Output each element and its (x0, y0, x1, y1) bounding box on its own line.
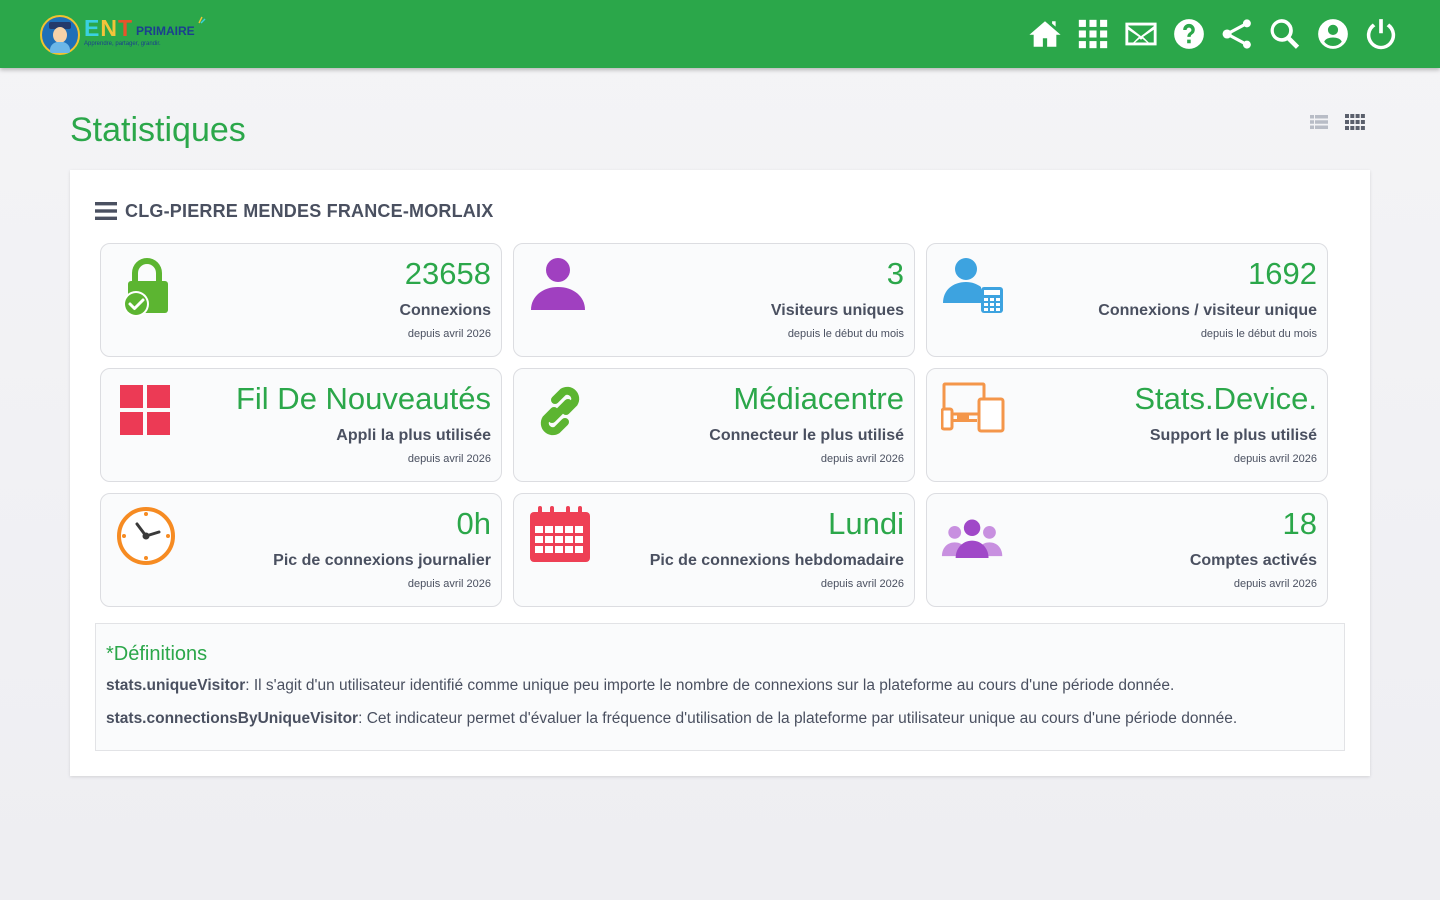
stat-value: 23658 (404, 256, 491, 291)
help-button[interactable] (1169, 14, 1208, 54)
stat-period: depuis avril 2026 (820, 453, 904, 465)
stat-label: Appli la plus utilisée (336, 427, 491, 444)
account-button[interactable] (1313, 14, 1352, 54)
list-view-icon (1310, 115, 1328, 129)
home-icon (1028, 21, 1061, 47)
grid-view-button[interactable] (1344, 112, 1366, 132)
help-icon (1173, 19, 1204, 49)
stat-label: Pic de connexions hebdomadaire (649, 552, 904, 569)
definition-term: stats.connectionsByUniqueVisitor (106, 710, 359, 727)
definition-connections-by-unique-visitor: stats.connectionsByUniqueVisitor: Cet in… (106, 709, 1237, 729)
stat-card-connections-per-visitor: 1692 Connexions / visiteur unique depuis… (926, 243, 1328, 357)
stat-label: Connecteur le plus utilisé (709, 427, 904, 444)
stat-card-unique-visitors: 3 Visiteurs uniques depuis le début du m… (513, 243, 915, 357)
stat-period: depuis avril 2026 (1233, 453, 1317, 465)
definition-term: stats.uniqueVisitor (106, 677, 246, 694)
menu-icon[interactable] (95, 202, 117, 220)
search-icon (1270, 19, 1299, 49)
stat-period: depuis le début du mois (1200, 328, 1317, 340)
calendar-icon (530, 506, 590, 562)
logo-tagline: Apprendre, partager, grandir. (84, 41, 161, 47)
definitions-title: *Définitions (106, 643, 208, 665)
stat-label: Pic de connexions journalier (273, 552, 491, 569)
stat-label: Comptes activés (1189, 552, 1317, 569)
panel-header: CLG-PIERRE MENDES FRANCE-MORLAIX (95, 200, 493, 222)
logo-mascot-icon (40, 15, 80, 55)
stat-value: 3 (886, 256, 904, 291)
definition-unique-visitor: stats.uniqueVisitor: Il s'agit d'un util… (106, 676, 1174, 696)
stat-label: Support le plus utilisé (1149, 427, 1317, 444)
stat-value: 18 (1282, 506, 1317, 541)
stat-value: Stats.Device. (1134, 381, 1317, 416)
account-icon (1317, 19, 1348, 49)
view-toggle (1308, 112, 1366, 132)
apps-button[interactable] (1073, 14, 1112, 54)
stat-card-most-used-app: Fil De Nouveautés Appli la plus utilisée… (100, 368, 502, 482)
logo-primaire-text: PRIMAIRE (136, 24, 195, 38)
devices-icon (941, 382, 1005, 433)
user-icon (531, 258, 585, 310)
ent-logo[interactable]: ENT PRIMAIRE Apprendre, partager, grandi… (40, 14, 215, 56)
users-group-icon (941, 519, 1003, 558)
stat-value: Lundi (828, 506, 904, 541)
stat-period: depuis avril 2026 (820, 578, 904, 590)
page-title: Statistiques (70, 111, 246, 149)
top-navbar: ENT PRIMAIRE Apprendre, partager, grandi… (0, 0, 1440, 68)
stats-panel: CLG-PIERRE MENDES FRANCE-MORLAIX 23658 C… (70, 170, 1370, 776)
padlock-check-icon (123, 258, 168, 317)
logo-spark-icon (198, 16, 206, 24)
stat-period: depuis avril 2026 (407, 578, 491, 590)
stat-label: Visiteurs uniques (770, 302, 904, 319)
share-icon (1222, 19, 1251, 49)
stat-card-weekly-peak: Lundi Pic de connexions hebdomadaire dep… (513, 493, 915, 607)
definition-text: : Cet indicateur permet d'évaluer la fré… (358, 710, 1238, 727)
stat-label: Connexions (399, 302, 491, 319)
stat-period: depuis avril 2026 (407, 453, 491, 465)
apps-icon (1078, 19, 1107, 49)
search-button[interactable] (1265, 14, 1304, 54)
stat-period: depuis le début du mois (787, 328, 904, 340)
clock-icon (117, 507, 175, 565)
power-icon (1366, 19, 1395, 50)
share-button[interactable] (1217, 14, 1256, 54)
stat-card-most-used-device: Stats.Device. Support le plus utilisé de… (926, 368, 1328, 482)
grid-view-icon (1345, 114, 1365, 130)
logout-button[interactable] (1361, 14, 1400, 54)
stat-value: 1692 (1248, 256, 1317, 291)
stat-value: Médiacentre (733, 381, 904, 416)
main-nav (1025, 14, 1400, 54)
home-button[interactable] (1025, 14, 1064, 54)
mail-icon (1124, 22, 1157, 46)
mail-button[interactable] (1121, 14, 1160, 54)
stat-period: depuis avril 2026 (407, 328, 491, 340)
logo-ent-text: ENT (84, 15, 134, 41)
list-view-button[interactable] (1308, 112, 1330, 132)
definition-text: : Il s'agit d'un utilisateur identifié c… (245, 677, 1175, 694)
link-icon (540, 386, 580, 436)
stat-value: 0h (456, 506, 491, 541)
stat-period: depuis avril 2026 (1233, 578, 1317, 590)
stat-card-connexions: 23658 Connexions depuis avril 2026 (100, 243, 502, 357)
school-name: CLG-PIERRE MENDES FRANCE-MORLAIX (125, 200, 494, 221)
stat-label: Connexions / visiteur unique (1098, 302, 1317, 319)
stat-value: Fil De Nouveautés (235, 381, 491, 416)
user-calculator-icon (943, 258, 1003, 313)
stat-card-most-used-connector: Médiacentre Connecteur le plus utilisé d… (513, 368, 915, 482)
stat-card-activated-accounts: 18 Comptes activés depuis avril 2026 (926, 493, 1328, 607)
stats-grid: 23658 Connexions depuis avril 2026 3 Vis… (100, 243, 1328, 607)
stat-card-daily-peak: 0h Pic de connexions journalier depuis a… (100, 493, 502, 607)
definitions-box: *Définitions stats.uniqueVisitor: Il s'a… (95, 623, 1345, 751)
apps-grid-icon (120, 385, 170, 435)
